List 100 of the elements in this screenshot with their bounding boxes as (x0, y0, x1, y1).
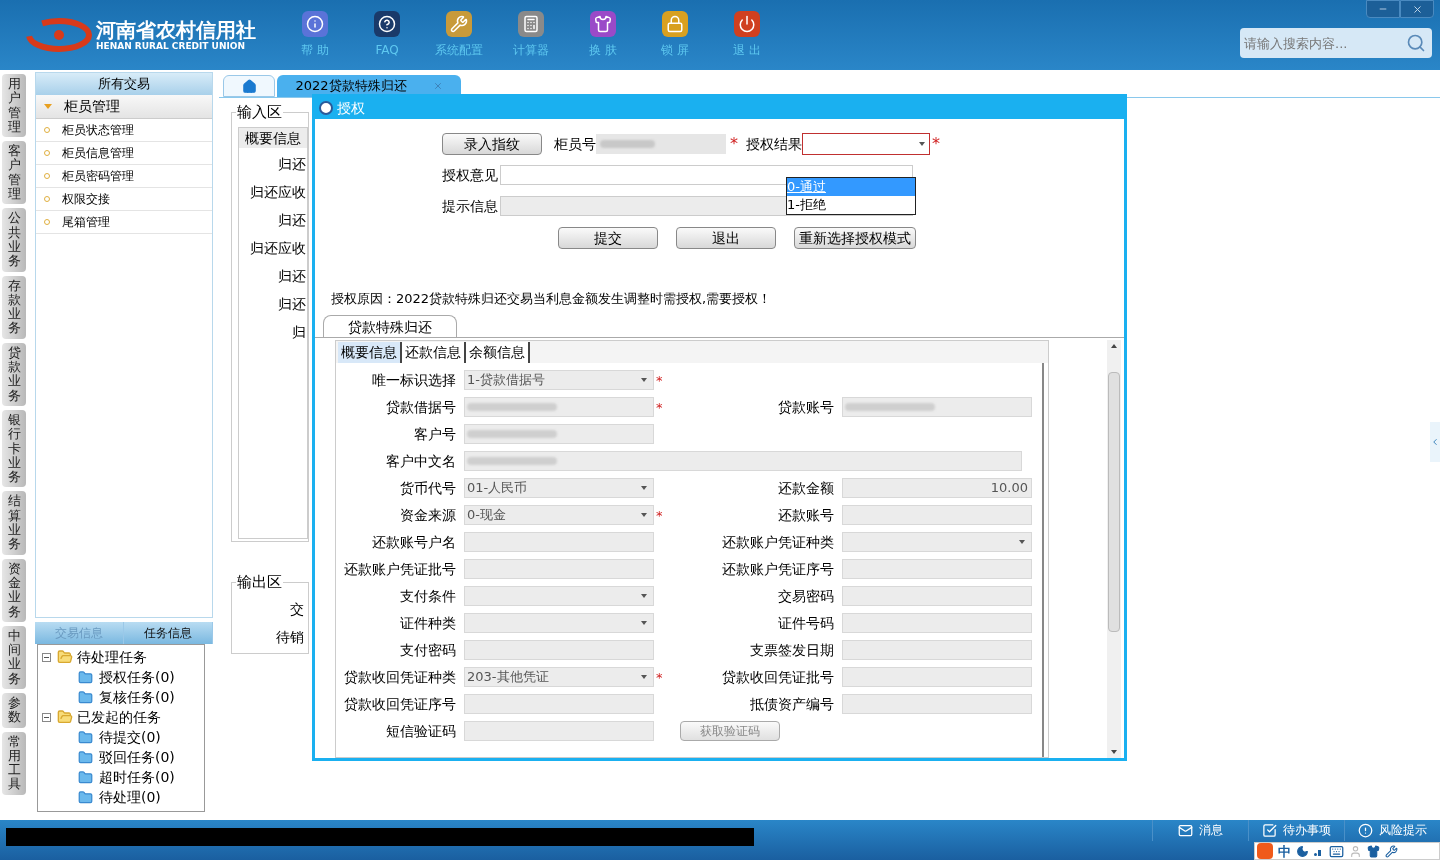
menu-item[interactable]: 柜员状态管理 (36, 119, 212, 142)
status-button[interactable]: 风险提示 (1344, 820, 1440, 841)
fingerprint-button[interactable]: 录入指纹 (442, 133, 542, 155)
side-tab[interactable]: 贷款业务 (2, 342, 26, 406)
text-field[interactable] (842, 397, 1032, 417)
text-field[interactable] (842, 559, 1032, 579)
search-field[interactable]: 请输入搜索内容... (1240, 28, 1432, 58)
field-label: 贷款收回凭证批号 (721, 667, 835, 687)
text-field[interactable] (842, 640, 1032, 660)
field-label: 客户号 (413, 424, 457, 444)
folder-icon (78, 789, 93, 805)
collapse-toggle-icon[interactable] (42, 712, 51, 722)
text-field[interactable] (464, 397, 654, 417)
text-field[interactable] (596, 134, 726, 154)
wrench-icon[interactable] (1385, 844, 1398, 858)
menu-item[interactable]: 尾箱管理 (36, 211, 212, 234)
scroll-thumb[interactable] (1108, 371, 1120, 632)
text-field[interactable] (464, 721, 654, 741)
tree-node[interactable]: 待处理任务 (77, 646, 147, 668)
ime-mode[interactable]: 中 (1278, 844, 1291, 858)
logo-subtitle: HENAN RURAL CREDIT UNION (96, 40, 246, 52)
select-field[interactable]: 203-其他凭证 (464, 667, 654, 687)
select-field[interactable]: 01-人民币 (464, 478, 654, 498)
status-button[interactable]: 消息 (1152, 820, 1248, 841)
menu-item[interactable]: 柜员信息管理 (36, 142, 212, 165)
text-field[interactable] (842, 694, 1032, 714)
folder-icon (78, 689, 93, 705)
tree-node[interactable]: 已发起的任务 (77, 706, 161, 728)
field-label: 授权意见 (442, 165, 499, 185)
document-tab[interactable]: 2022贷款特殊归还 (277, 75, 461, 97)
dropdown-option[interactable]: 1-拒绝 (787, 196, 915, 214)
select-field[interactable]: 1-贷款借据号 (464, 370, 654, 390)
dialog-button[interactable]: 退出 (676, 227, 776, 249)
section-tab[interactable]: 贷款特殊归还 (323, 314, 457, 337)
menu-item[interactable]: 柜员密码管理 (36, 165, 212, 188)
field-label: 柜员号 (554, 134, 596, 154)
dialog-button[interactable]: 重新选择授权模式 (794, 227, 916, 249)
close-button[interactable] (1400, 0, 1434, 18)
scrollbar[interactable] (1107, 339, 1121, 758)
side-tab[interactable]: 用户管理 (2, 74, 26, 138)
user-icon[interactable] (1349, 844, 1362, 858)
power-icon (734, 11, 760, 37)
text-field[interactable] (842, 667, 1032, 687)
side-tab[interactable]: 银行卡业务 (2, 409, 26, 488)
text-field[interactable] (464, 532, 654, 552)
side-tab[interactable]: 结算业务 (2, 491, 26, 555)
minimize-button[interactable] (1366, 0, 1400, 18)
side-tab[interactable]: 中间业务 (2, 625, 26, 689)
text-field[interactable] (464, 694, 654, 714)
close-icon (1411, 3, 1423, 15)
scroll-up-arrow-icon (1111, 343, 1117, 348)
select-field[interactable]: 0-现金 (464, 505, 654, 525)
moon-icon[interactable] (1296, 844, 1309, 858)
sub-tab[interactable]: 还款信息 (402, 341, 466, 363)
side-tab[interactable]: 公共业务 (2, 208, 26, 272)
text-field[interactable] (842, 586, 1032, 606)
sub-tab[interactable]: 概要信息 (338, 341, 402, 363)
collapse-toggle-icon[interactable] (42, 652, 51, 662)
tree-node[interactable]: 驳回任务(0) (99, 746, 175, 768)
field-label: 归还 (278, 211, 306, 230)
sub-tab[interactable]: 余额信息 (466, 341, 530, 363)
text-field[interactable] (464, 451, 1022, 471)
required-asterisk: * (656, 373, 663, 388)
text-field[interactable] (842, 613, 1032, 633)
close-tab-icon[interactable] (432, 81, 443, 91)
field-label: 支付条件 (399, 586, 457, 606)
menu-group[interactable]: 柜员管理 (36, 95, 212, 119)
field-label: 贷款账号 (777, 397, 835, 417)
scroll-down-arrow-icon (1111, 750, 1117, 754)
text-field[interactable] (464, 559, 654, 579)
tree-node[interactable]: 超时任务(0) (99, 766, 175, 788)
select-field[interactable] (802, 133, 930, 155)
side-tab[interactable]: 资金业务 (2, 558, 26, 622)
tree-node[interactable]: 待处理(0) (99, 786, 161, 808)
field-label: 还款账户凭证批号 (343, 559, 457, 579)
side-tab[interactable]: 参数 (2, 693, 26, 728)
text-field[interactable] (464, 640, 654, 660)
dialog-button[interactable]: 提交 (558, 227, 658, 249)
dropdown-arrow-icon (641, 594, 647, 598)
side-tab[interactable]: 存款业务 (2, 275, 26, 339)
text-field[interactable]: 10.00 (842, 478, 1032, 498)
field-label: 归还 (278, 267, 306, 286)
collapse-handle[interactable] (1430, 422, 1440, 462)
tree-node[interactable]: 复核任务(0) (99, 686, 175, 708)
menu-item[interactable]: 权限交接 (36, 188, 212, 211)
side-tab[interactable]: 客户管理 (2, 141, 26, 205)
side-tab[interactable]: 常用工具 (2, 731, 26, 795)
status-button[interactable]: 待办事项 (1248, 820, 1344, 841)
field-label: 交易密码 (777, 586, 835, 606)
shirt-icon[interactable] (1367, 844, 1380, 858)
tree-node[interactable]: 授权任务(0) (99, 666, 175, 688)
keyboard-icon[interactable] (1329, 843, 1344, 859)
text-field[interactable] (464, 424, 654, 444)
tree-node[interactable]: 待提交(0) (99, 726, 161, 748)
field-label: 还款账号 (777, 505, 835, 525)
home-tab[interactable] (223, 75, 275, 97)
content-tab[interactable]: 概要信息 (239, 128, 307, 148)
field-label: 唯一标识选择 (371, 370, 457, 390)
shirt-icon (590, 11, 616, 37)
text-field[interactable] (842, 505, 1032, 525)
